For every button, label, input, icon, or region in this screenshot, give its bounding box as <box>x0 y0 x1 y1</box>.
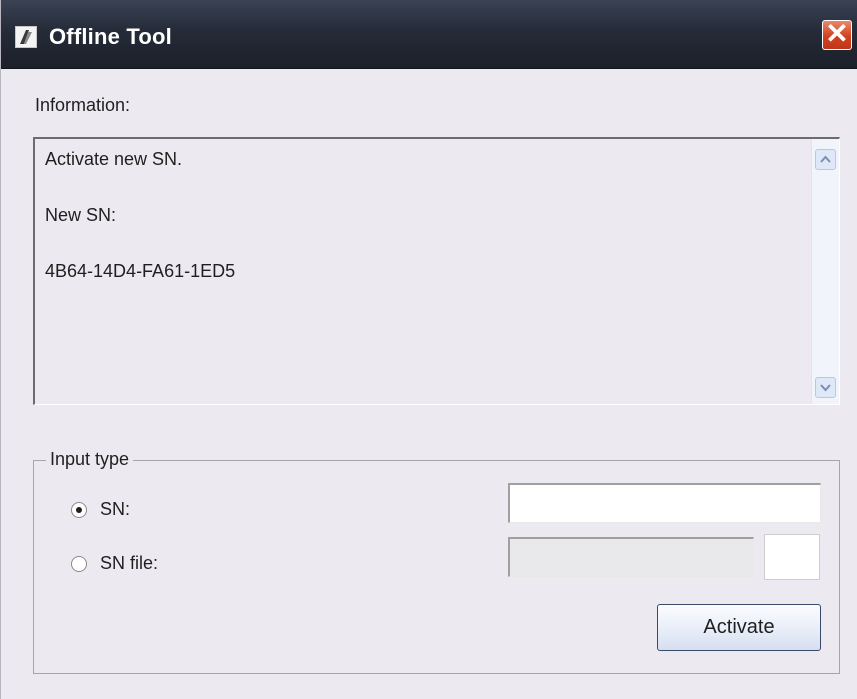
information-text: Activate new SN. New SN: 4B64-14D4-FA61-… <box>45 147 805 315</box>
sn-file-radio-label: SN file: <box>100 553 159 573</box>
sn-file-input <box>510 539 753 576</box>
scroll-up-icon[interactable] <box>815 149 836 170</box>
close-button[interactable]: ✕ <box>822 20 852 50</box>
vertical-scrollbar[interactable] <box>811 139 839 404</box>
browse-file-button[interactable] <box>764 534 820 580</box>
sn-radio[interactable] <box>71 502 87 518</box>
radio-selected-dot <box>76 507 82 513</box>
sn-file-radio[interactable] <box>71 556 87 572</box>
info-line: Activate new SN. <box>45 149 183 169</box>
title-bar[interactable]: Offline Tool ✕ <box>1 0 857 69</box>
sn-radio-label: SN: <box>100 499 131 519</box>
offline-tool-window: Offline Tool ✕ Information: Activate new… <box>0 0 857 699</box>
app-icon <box>15 26 37 48</box>
input-type-legend: Input type <box>46 449 134 470</box>
info-line: 4B64-14D4-FA61-1ED5 <box>45 261 236 281</box>
information-textarea[interactable]: Activate new SN. New SN: 4B64-14D4-FA61-… <box>33 137 840 405</box>
info-line: New SN: <box>45 205 117 225</box>
window-title: Offline Tool <box>49 24 172 49</box>
input-type-group: Input type SN: SN file: Activate <box>33 449 840 674</box>
activate-button[interactable]: Activate <box>657 604 821 651</box>
sn-input-field[interactable] <box>508 483 821 523</box>
sn-file-path-field <box>508 537 754 577</box>
information-label: Information: <box>35 95 131 115</box>
scroll-down-icon[interactable] <box>815 377 836 398</box>
sn-input[interactable] <box>510 485 820 522</box>
